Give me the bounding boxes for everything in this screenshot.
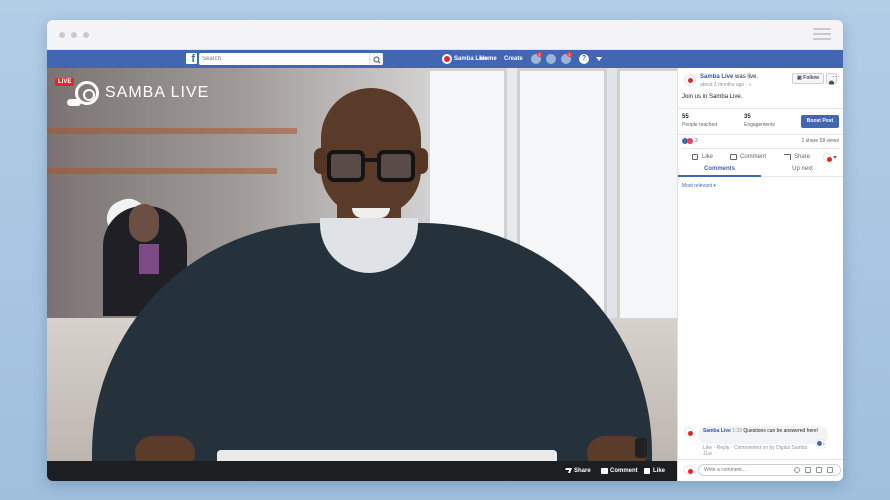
background-person-collar [139, 244, 159, 274]
friends-badge: 1 [537, 52, 542, 57]
office-shelf [47, 128, 297, 134]
engagements-value: 35 [744, 114, 751, 120]
page-avatar[interactable] [442, 54, 452, 64]
emoji-icon[interactable] [794, 467, 800, 473]
post-author[interactable]: Samba Live [700, 74, 733, 80]
search-icon [373, 56, 381, 64]
nav-create[interactable]: Create [504, 50, 523, 68]
notifications-badge: 1 [567, 52, 572, 57]
video-action-bar: Share Comment Like [47, 461, 677, 481]
post-text: Join us in Samba Live. [682, 94, 743, 100]
presenter-ear [314, 148, 328, 174]
window-dot[interactable] [83, 32, 89, 38]
search-button[interactable] [369, 53, 383, 65]
browser-window: f Samba Live Home Create 1 1 ? [47, 20, 843, 481]
comment-icon [601, 468, 608, 474]
boost-post-button[interactable]: Boost Post [801, 115, 839, 128]
menu-icon[interactable] [813, 28, 831, 41]
comment-author[interactable]: Samba Live [703, 428, 731, 434]
more-options-icon[interactable]: ··· [832, 72, 840, 81]
facebook-logo-icon[interactable]: f [186, 53, 197, 65]
messenger-icon[interactable] [546, 54, 556, 64]
love-reaction-icon [687, 138, 693, 144]
reactions-count[interactable]: 2 [695, 138, 698, 144]
help-icon[interactable]: ? [579, 54, 589, 64]
video-comment-button[interactable]: Comment [610, 461, 638, 481]
gif-icon[interactable] [816, 467, 822, 473]
comment-meta[interactable]: Like · Reply · Commented on by Digital S… [703, 445, 831, 451]
sticker-icon[interactable] [827, 467, 833, 473]
chevron-down-icon[interactable] [833, 156, 837, 159]
nav-home[interactable]: Home [480, 50, 497, 68]
commenter-avatar[interactable] [684, 427, 693, 436]
globe-icon: ◐ [748, 82, 752, 88]
live-video-player[interactable]: SAMBA LIVE LIVE Share Comment Like [47, 68, 677, 481]
window-dot[interactable] [59, 32, 65, 38]
comment-icon [730, 154, 737, 160]
share-button[interactable]: Share [794, 154, 810, 160]
sort-dropdown[interactable]: Most relevant ▾ [682, 183, 716, 189]
tab-up-next[interactable]: Up next [761, 163, 843, 177]
comment-bubble: Samba Live 1:33 Questions can be answere… [698, 426, 828, 444]
comment-timestamp[interactable]: 1:33 [732, 428, 742, 434]
share-icon [784, 154, 791, 160]
viewer-avatar [684, 465, 694, 475]
glasses-lens [377, 150, 415, 182]
camera-icon[interactable] [805, 467, 811, 473]
video-like-button[interactable]: Like [653, 461, 665, 481]
comment-age: 11w [703, 451, 712, 457]
like-icon [644, 468, 650, 474]
like-button[interactable]: Like [702, 154, 713, 160]
follow-button[interactable]: ▣ Follow [792, 73, 824, 84]
glasses-lens [327, 150, 365, 182]
author-avatar[interactable] [684, 74, 696, 86]
post-time[interactable]: about 3 months ago · [700, 82, 747, 88]
account-dropdown-icon[interactable] [596, 57, 602, 61]
video-share-button[interactable]: Share [574, 461, 591, 481]
office-shelf [47, 168, 277, 174]
comment-button[interactable]: Comment [740, 154, 766, 160]
share-as-avatar[interactable] [823, 153, 832, 162]
post-sidebar: Samba Live was live. about 3 months ago … [677, 68, 843, 481]
presenter-smile [352, 208, 390, 218]
window-dot[interactable] [71, 32, 77, 38]
facebook-top-bar: f Samba Live Home Create 1 1 ? [47, 50, 843, 68]
share-icon [564, 468, 572, 473]
live-badge: LIVE [55, 78, 75, 86]
engagements-label: Engagements [744, 122, 775, 128]
presenter-ear [414, 148, 428, 174]
background-person-head [129, 204, 159, 242]
browser-chrome [47, 20, 843, 50]
comment-text: Questions can be answered here! [743, 428, 819, 434]
people-reached-value: 55 [682, 114, 689, 120]
brand-name: SAMBA LIVE [105, 84, 210, 101]
window-pane [617, 68, 677, 338]
glasses-bridge [365, 158, 377, 162]
people-reached-label: People reached [682, 122, 718, 128]
search-input[interactable] [199, 53, 383, 65]
share-view-count[interactable]: 1 share 58 views [801, 138, 839, 144]
post-header: Samba Live was live. about 3 months ago … [700, 73, 790, 89]
samba-live-logo: SAMBA LIVE [59, 80, 209, 106]
presenter-watch [635, 438, 647, 458]
like-icon [692, 154, 698, 160]
tab-comments[interactable]: Comments [678, 163, 761, 177]
post-status: was live. [735, 74, 759, 80]
